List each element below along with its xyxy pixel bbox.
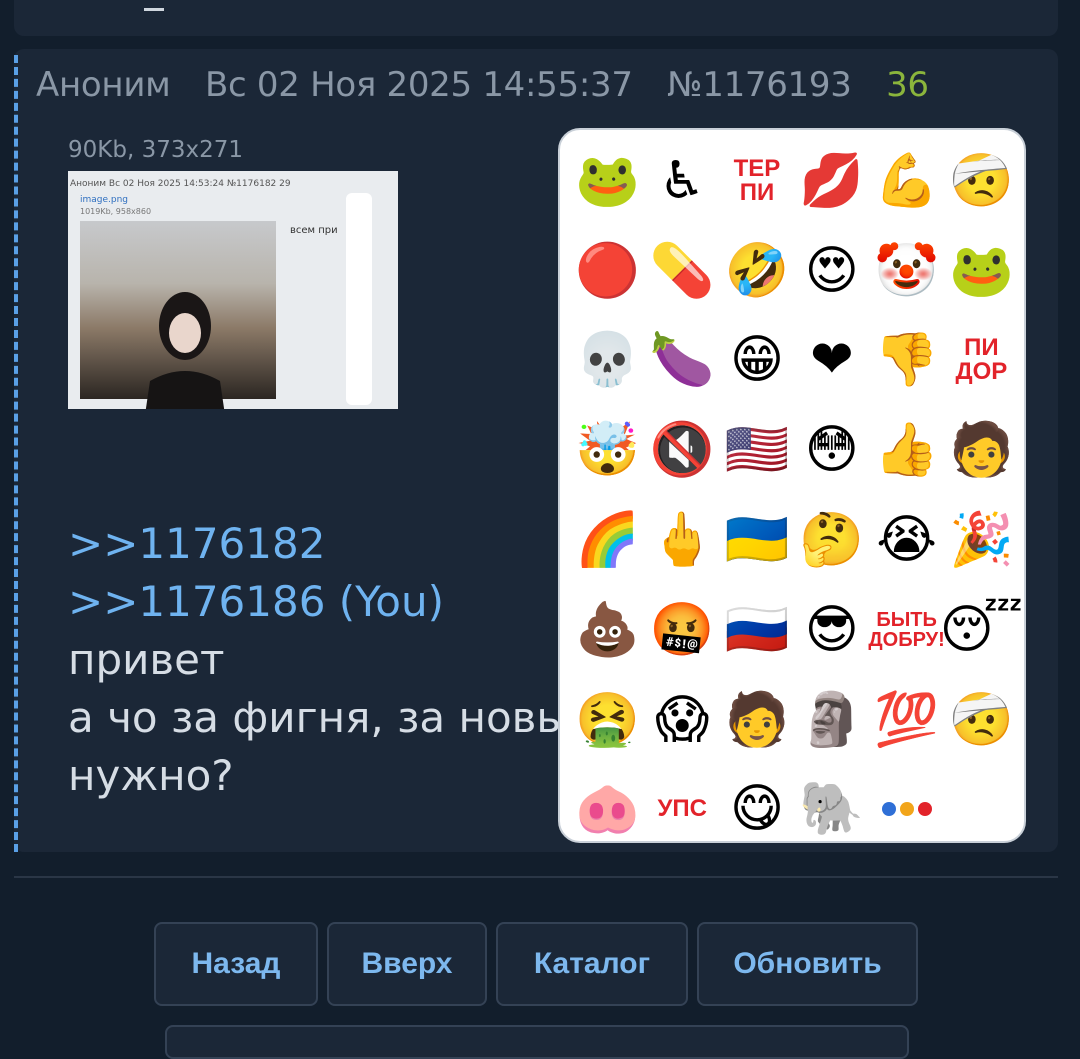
pill-icon[interactable]: 💊 <box>645 226 720 316</box>
thumbnail-filesize: 1019Kb, 958x860 <box>80 207 152 216</box>
more-dots-icon[interactable] <box>869 765 944 855</box>
thumbnail-post-text: всем при <box>290 225 338 236</box>
previous-post <box>14 0 1058 36</box>
post-date: Вс 02 Ноя 2025 14:55:37 <box>204 65 633 105</box>
sleeping-icon[interactable]: 😴 <box>940 585 1023 675</box>
pig-nose-icon[interactable]: 🐽 <box>570 765 645 855</box>
soyjak-icon[interactable]: 😱 <box>645 675 720 765</box>
image-thumbnail[interactable]: Аноним Вс 02 Ноя 2025 14:53:24 №1176182 … <box>68 171 398 409</box>
face-photo-icon[interactable]: 🧑 <box>944 405 1019 495</box>
copium-pepe-icon[interactable]: 🐸 <box>944 226 1019 316</box>
reply-count[interactable]: 36 <box>886 65 929 105</box>
us-flag-icon[interactable]: 🇺🇸 <box>720 405 795 495</box>
divider <box>14 876 1058 878</box>
bottom-panel <box>165 1025 909 1059</box>
ru-flag-icon[interactable]: 🇷🇺 <box>720 585 795 675</box>
file-info: 90Kb, 373x271 <box>68 137 243 163</box>
thumbnail-header-text: Аноним Вс 02 Ноя 2025 14:53:24 №1176182 … <box>70 179 291 189</box>
heart-icon[interactable]: ❤ <box>794 316 869 406</box>
thumbnail-filename: image.png <box>80 195 129 205</box>
cursing-icon[interactable]: 🤬 <box>645 585 720 675</box>
sunglasses-icon[interactable]: 😎 <box>794 585 869 675</box>
rofl-icon[interactable]: 🤣 <box>720 226 795 316</box>
exploding-head-icon[interactable]: 🤯 <box>570 405 645 495</box>
post-text-line: а чо за фигня, за новые <box>68 693 596 742</box>
scroll-top-button[interactable]: Вверх <box>327 922 487 1006</box>
post-header: Аноним Вс 02 Ноя 2025 14:55:37 №1176193 … <box>36 65 929 105</box>
eggplant-icon[interactable]: 🍆 <box>645 316 720 406</box>
paper-face-2-icon[interactable]: 🤕 <box>944 675 1019 765</box>
more-dot <box>917 802 932 817</box>
ua-flag-icon[interactable]: 🇺🇦 <box>720 495 795 585</box>
moai-icon[interactable]: 🗿 <box>794 675 869 765</box>
wheelchair-icon[interactable]: ♿ <box>645 136 720 226</box>
post-text-line: нужно? <box>68 751 234 800</box>
post-body: >>1176182 >>1176186 (You) привет а чо за… <box>68 515 595 805</box>
kiss-icon[interactable]: 💋 <box>794 136 869 226</box>
grin-icon[interactable]: 😁 <box>720 316 795 406</box>
rainbow-icon[interactable]: 🌈 <box>570 495 645 585</box>
skull-icon[interactable]: 💀 <box>570 316 645 406</box>
reply-link-you[interactable]: >>1176186 (You) <box>68 573 595 631</box>
reaction-picker: 🐸 ♿ ТЕР ПИ 💋 💪 🤕 🔴 💊 🤣 😍 🤡 🐸 💀 🍆 😁 ❤ 👎 ПИ ДОР 🤯 🔇 🇺🇸 😳 👍 🧑 🌈 🖕 🇺🇦 🤔… <box>558 128 1026 843</box>
clown-icon[interactable]: 🤡 <box>869 226 944 316</box>
hundred-icon[interactable]: 💯 <box>869 675 944 765</box>
party-popper-icon[interactable]: 🎉 <box>944 495 1019 585</box>
post-number[interactable]: №1176193 <box>667 65 852 105</box>
post-highlight-border <box>14 55 18 852</box>
ups-sticker[interactable]: УПС <box>645 765 720 855</box>
back-button[interactable]: Назад <box>154 922 318 1006</box>
byt-dobru-sticker[interactable]: БЫТЬ ДОБРУ! <box>868 585 944 675</box>
catalog-button[interactable]: Каталог <box>496 922 688 1006</box>
yum-icon[interactable]: 😋 <box>720 765 795 855</box>
mute-icon[interactable]: 🔇 <box>645 405 720 495</box>
pidor-sticker[interactable]: ПИ ДОР <box>944 316 1019 406</box>
thumbnail-photo <box>80 221 276 409</box>
vomiting-icon[interactable]: 🤮 <box>570 675 645 765</box>
crying-icon[interactable]: 😭 <box>869 495 944 585</box>
previous-post-fragment <box>144 0 164 11</box>
middle-finger-icon[interactable]: 🖕 <box>645 495 720 585</box>
post-author: Аноним <box>36 65 171 105</box>
hh-icon[interactable]: 🔴 <box>570 226 645 316</box>
poop-icon[interactable]: 💩 <box>570 585 645 675</box>
paper-face-icon[interactable]: 🤕 <box>944 136 1019 226</box>
putin-face-icon[interactable]: 🧑 <box>720 675 795 765</box>
refresh-button[interactable]: Обновить <box>697 922 918 1006</box>
heart-eyes-icon[interactable]: 😍 <box>794 226 869 316</box>
pepe-icon[interactable]: 🐸 <box>570 136 645 226</box>
more-dot <box>881 802 896 817</box>
flushed-icon[interactable]: 😳 <box>794 405 869 495</box>
thumbs-up-icon[interactable]: 👍 <box>869 405 944 495</box>
thinking-icon[interactable]: 🤔 <box>794 495 869 585</box>
terpi-sticker[interactable]: ТЕР ПИ <box>720 136 795 226</box>
reply-link[interactable]: >>1176182 <box>68 515 595 573</box>
reaction-grid: 🐸 ♿ ТЕР ПИ 💋 💪 🤕 🔴 💊 🤣 😍 🤡 🐸 💀 🍆 😁 ❤ 👎 ПИ ДОР 🤯 🔇 🇺🇸 😳 👍 🧑 🌈 🖕 🇺🇦 🤔… <box>570 136 1023 855</box>
post-text-line: привет <box>68 635 225 684</box>
elephant-icon[interactable]: 🐘 <box>794 765 869 855</box>
more-dot <box>899 802 914 817</box>
thumbnail-person <box>145 292 225 409</box>
thumbnail-emoji-strip <box>346 193 372 405</box>
muscle-icon[interactable]: 💪 <box>869 136 944 226</box>
thumbs-down-icon[interactable]: 👎 <box>869 316 944 406</box>
